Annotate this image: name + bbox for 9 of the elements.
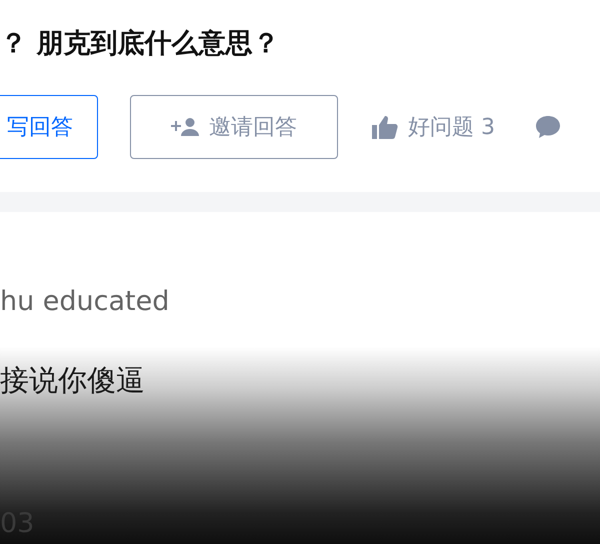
comment-icon <box>535 115 561 139</box>
add-user-icon <box>171 117 199 137</box>
answer-text: 接说你傻逼 <box>0 362 146 399</box>
comment-button[interactable] <box>535 115 561 139</box>
thumbs-up-icon <box>372 115 398 139</box>
question-title: ？ 朋克到底什么意思？ <box>0 27 280 61</box>
invite-answer-button[interactable]: 邀请回答 <box>130 95 338 159</box>
author-info: hu educated <box>0 285 170 319</box>
write-answer-button[interactable]: 写回答 <box>0 95 98 159</box>
